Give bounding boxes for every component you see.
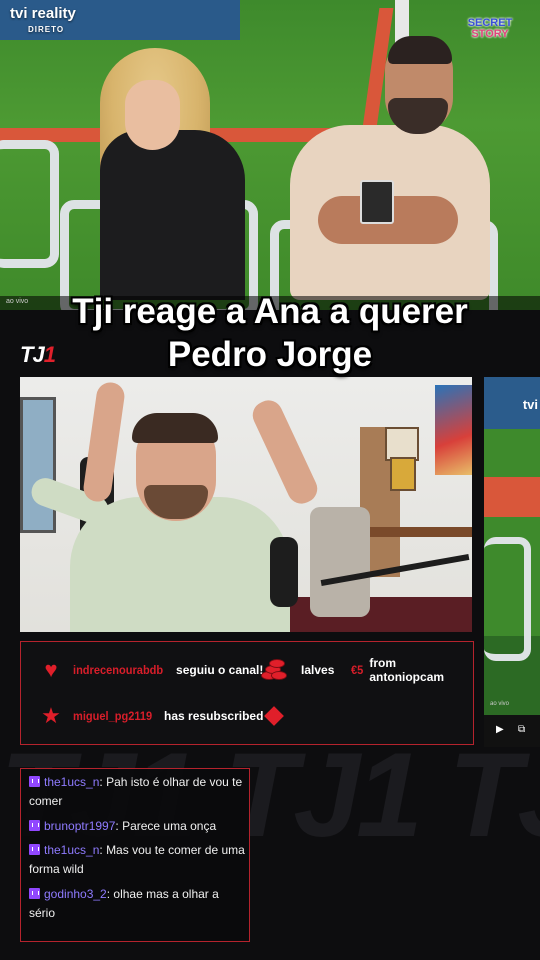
- diamond-alert: [264, 703, 284, 729]
- streamer-raised-hand: [81, 380, 127, 504]
- alert-text: from antoniopcam: [369, 656, 445, 684]
- side-tvi-logo: tvi: [522, 397, 538, 412]
- streamer-raised-hand: [248, 395, 322, 509]
- microphone: [270, 537, 298, 607]
- chat-message: godinho3_2: olhae mas a olhar a sério: [29, 887, 219, 920]
- coins-icon: [261, 657, 287, 683]
- follow-alert: ♥ indrecenourabdb seguiu o canal!: [39, 657, 263, 683]
- chat-username[interactable]: the1ucs_n: [44, 843, 99, 857]
- heart-icon: ♥: [44, 657, 58, 682]
- side-video-player[interactable]: tvi ao vivo ▶ ⧉: [484, 377, 540, 747]
- tvi-reality-logo: tvi reality DIRETO: [10, 6, 76, 38]
- diamond-icon: [264, 706, 284, 726]
- alert-text: seguiu o canal!: [176, 663, 264, 677]
- caption-line-2: Pedro Jorge: [167, 335, 373, 374]
- wall-frame: [385, 427, 419, 461]
- twitch-icon: [29, 844, 40, 855]
- chat-text: Parece uma onça: [122, 819, 217, 833]
- pip-icon[interactable]: ⧉: [518, 724, 525, 735]
- alert-username: indrecenourabdb: [73, 663, 164, 677]
- donation-alert: Ialves: [261, 657, 334, 683]
- donation-amount-alert: €5 from antoniopcam: [351, 656, 473, 684]
- side-video-controls: ▶ ⧉: [484, 715, 540, 747]
- tv-broadcast-video: tvi reality DIRETO SECRET STORY ao vivo: [0, 0, 540, 310]
- chat-message: the1ucs_n: Mas vou te comer de uma forma…: [29, 843, 245, 876]
- alert-text: Ialves: [301, 663, 335, 677]
- wall-frame: [390, 457, 416, 491]
- chat-username[interactable]: the1ucs_n: [44, 775, 99, 789]
- webcam-feed: [20, 377, 472, 632]
- twitch-icon: [29, 820, 40, 831]
- twitch-icon: [29, 888, 40, 899]
- lanyard-badge: [360, 180, 394, 224]
- star-icon: ★: [41, 703, 61, 728]
- chat-username[interactable]: brunoptr1997: [44, 819, 115, 833]
- chat-panel: the1ucs_n: Pah isto é olhar de vou te co…: [20, 768, 250, 942]
- garden-chair: [484, 537, 531, 661]
- planter-border: [484, 477, 540, 517]
- karate-poster: [435, 385, 472, 475]
- caption-line-1: Tji reage a Ana a querer: [72, 292, 468, 331]
- streamer-hair: [132, 413, 218, 443]
- video-caption: Tji reage a Ana a querer Pedro Jorge: [0, 290, 540, 376]
- garden-chair: [0, 140, 59, 268]
- alert-text: has resubscribed: [164, 709, 264, 723]
- alert-username: miguel_pg2119: [73, 709, 153, 723]
- chat-username[interactable]: godinho3_2: [44, 887, 107, 901]
- side-label: ao vivo: [490, 701, 510, 707]
- resub-alert: ★ miguel_pg2119 has resubscribed: [39, 703, 263, 729]
- chat-message: brunoptr1997: Parece uma onça: [29, 817, 245, 836]
- red-rug: [270, 597, 472, 632]
- man-hair: [388, 36, 452, 64]
- donation-amount: €5: [351, 663, 364, 677]
- room-window: [20, 397, 56, 533]
- twitch-icon: [29, 776, 40, 787]
- stream-alerts-panel: ♥ indrecenourabdb seguiu o canal! Ialves…: [20, 641, 474, 745]
- chat-message: the1ucs_n: Pah isto é olhar de vou te co…: [29, 775, 243, 808]
- woman-body: [100, 130, 245, 300]
- live-label: DIRETO: [28, 25, 65, 34]
- secret-story-logo: SECRET STORY: [467, 17, 513, 40]
- woman-face: [125, 80, 180, 150]
- play-icon[interactable]: ▶: [496, 724, 504, 735]
- dining-chair: [310, 507, 370, 617]
